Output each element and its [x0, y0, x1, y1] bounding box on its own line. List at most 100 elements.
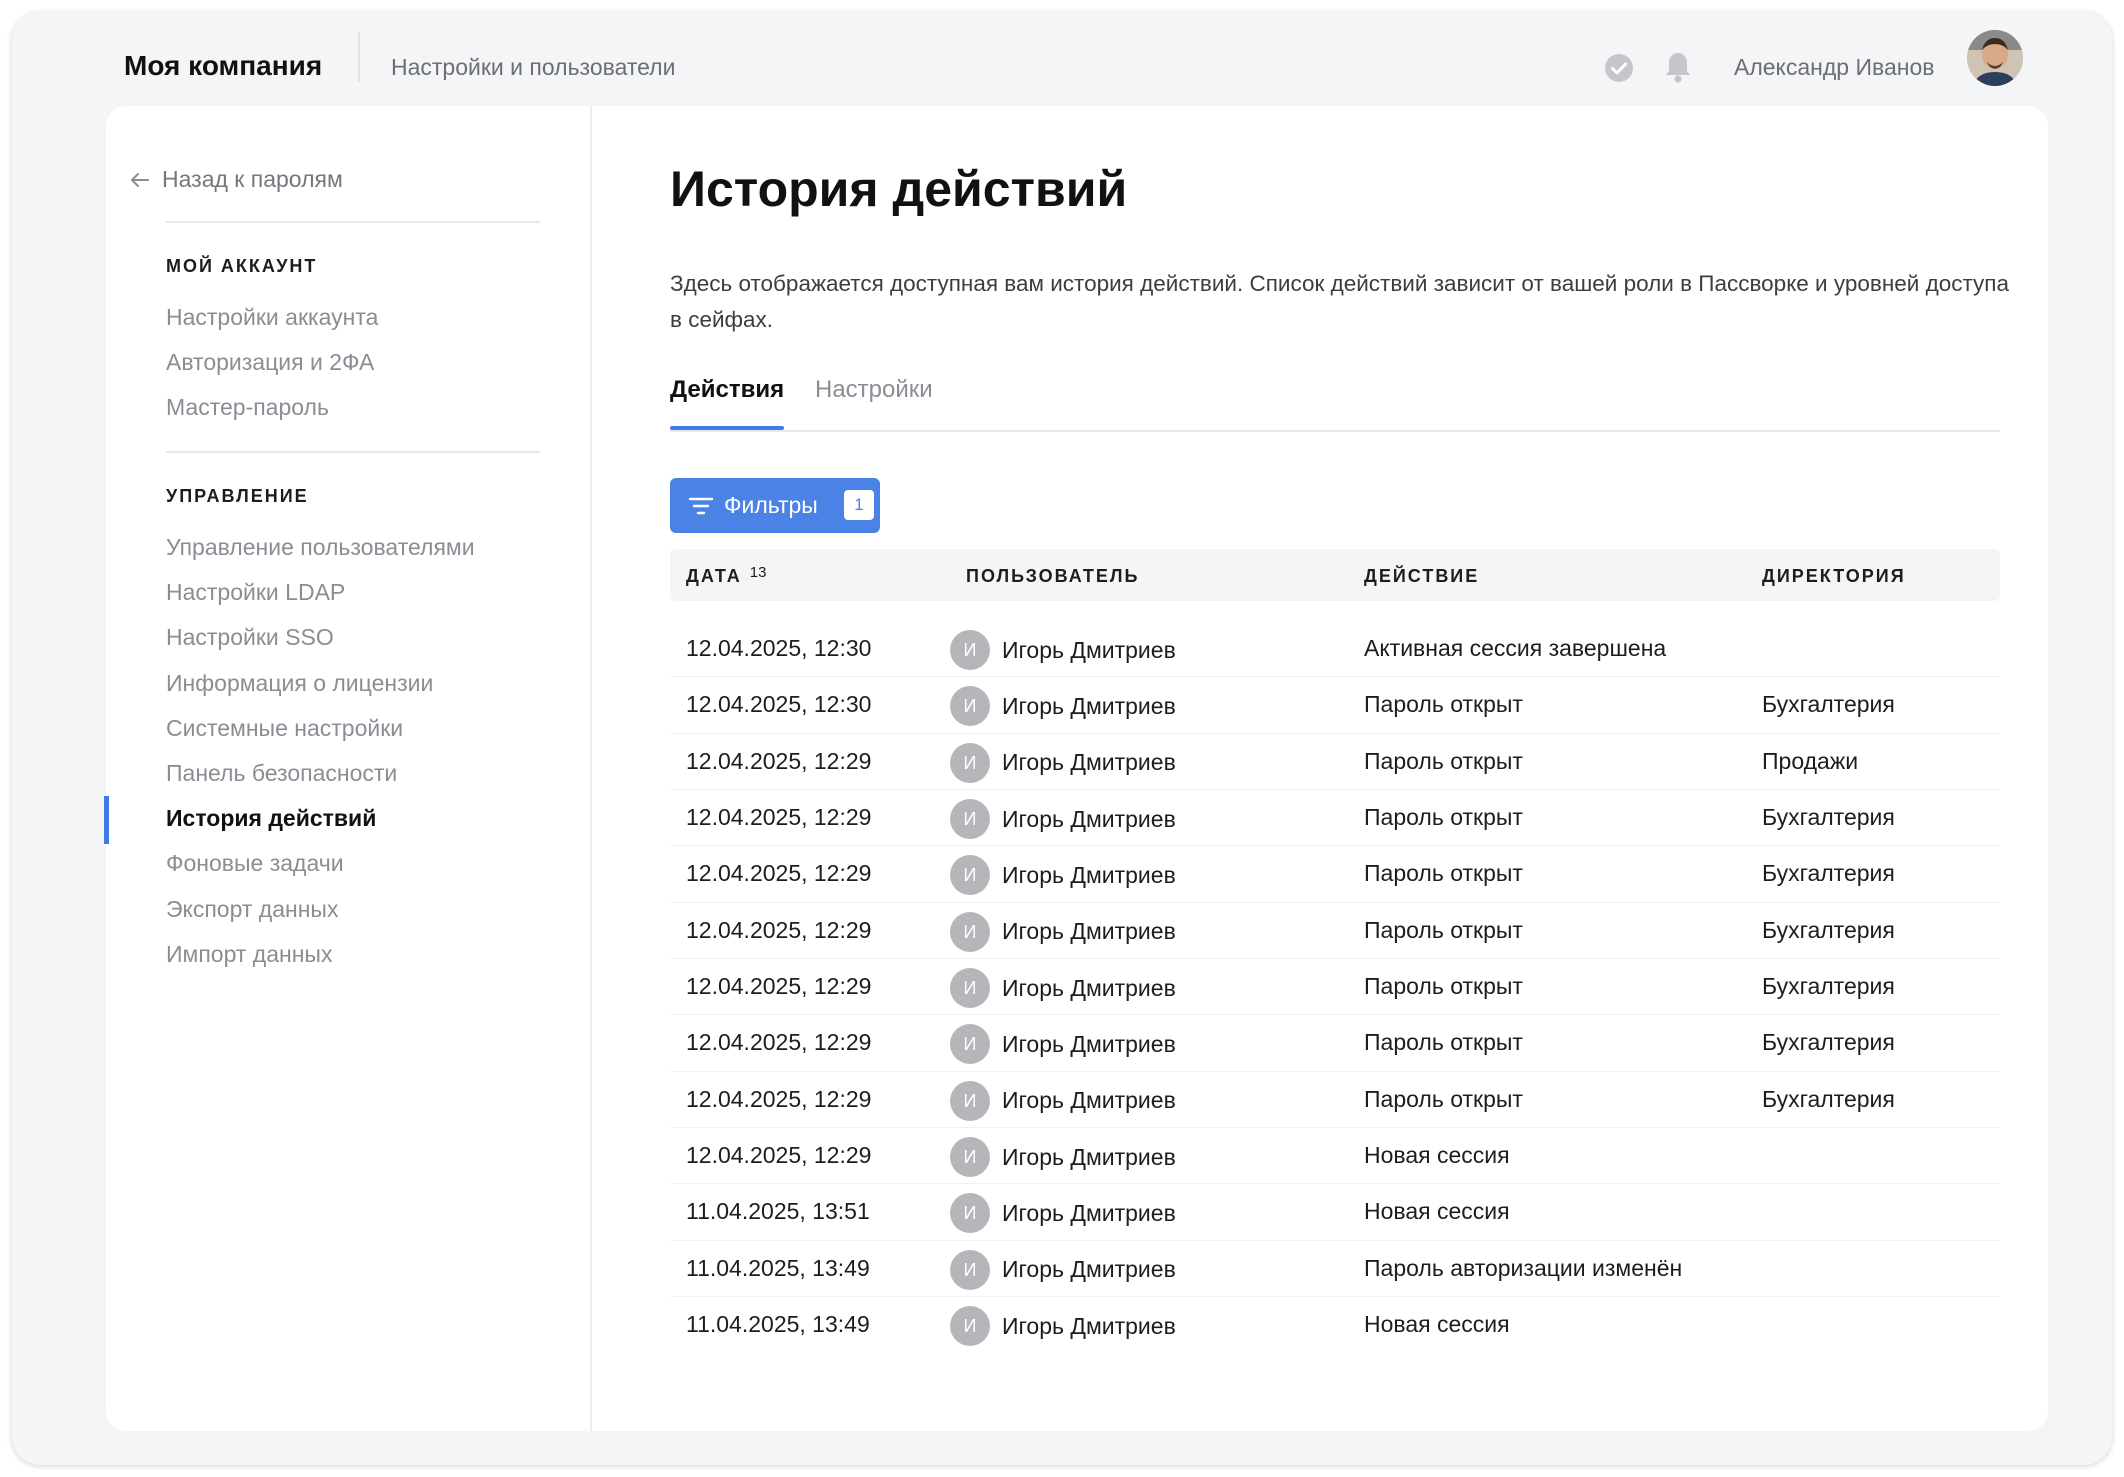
back-link-label: Назад к паролям [162, 166, 343, 192]
cell-date: 12.04.2025, 12:30 [686, 635, 872, 661]
group-title-my-account: МОЙ АККАУНТ [166, 256, 318, 276]
cell-user[interactable]: И Игорь Дмитриев [950, 799, 1176, 840]
activity-table: ДАТА 13 ПОЛЬЗОВАТЕЛЬ ДЕЙСТВИЕ ДИРЕКТОРИЯ … [670, 549, 2000, 1347]
back-to-passwords-link[interactable]: Назад к паролям [130, 166, 343, 193]
page-title: История действий [670, 161, 1128, 217]
filters-button[interactable]: Фильтры 1 [670, 478, 880, 533]
cell-date: 12.04.2025, 12:29 [686, 804, 872, 831]
user-name-text: Игорь Дмитриев [1002, 974, 1176, 1001]
user-initial-avatar: И [950, 799, 990, 840]
cell-directory: Бухгалтерия [1762, 973, 1895, 1000]
sidebar-item-sso-settings[interactable]: Настройки SSO [166, 615, 475, 660]
sidebar-item-account-settings[interactable]: Настройки аккаунта [166, 295, 378, 340]
sidebar-item-master-password[interactable]: Мастер-пароль [166, 385, 378, 430]
cell-date: 11.04.2025, 13:51 [686, 1198, 870, 1225]
table-row[interactable]: 12.04.2025, 12:29 И Игорь Дмитриев Пароль о… [670, 1072, 2000, 1129]
sidebar-item-background-tasks[interactable]: Фоновые задачи [166, 841, 475, 886]
management-list: Управление пользователями Настройки LDAP… [166, 525, 475, 977]
cell-user[interactable]: И Игорь Дмитриев [950, 742, 1176, 783]
cell-user[interactable]: И Игорь Дмитриев [950, 1249, 1176, 1290]
user-name-text: Игорь Дмитриев [1002, 1312, 1176, 1339]
cell-action: Пароль открыт [1364, 973, 1523, 1000]
app-window: Моя компания Настройки и пользователи Ал… [12, 12, 2112, 1465]
user-initial-avatar: И [950, 686, 990, 727]
table-row[interactable]: 12.04.2025, 12:29 И Игорь Дмитриев Пароль о… [670, 1015, 2000, 1072]
cell-user[interactable]: И Игорь Дмитриев [950, 686, 1176, 727]
column-header-action: ДЕЙСТВИЕ [1364, 566, 1480, 586]
user-name-text: Игорь Дмитриев [1002, 1143, 1176, 1170]
cell-directory: Бухгалтерия [1762, 1085, 1895, 1112]
cell-user[interactable]: И Игорь Дмитриев [950, 1193, 1176, 1234]
table-row[interactable]: 12.04.2025, 12:30 И Игорь Дмитриев Активная… [670, 621, 2000, 678]
cell-user[interactable]: И Игорь Дмитриев [950, 1080, 1176, 1121]
cell-action: Новая сессия [1364, 1142, 1510, 1169]
group-title-management: УПРАВЛЕНИЕ [166, 486, 309, 506]
sidebar-item-auth-2fa[interactable]: Авторизация и 2ФА [166, 340, 378, 385]
table-row[interactable]: 11.04.2025, 13:49 И Игорь Дмитриев Пароль а… [670, 1241, 2000, 1298]
cell-action: Пароль открыт [1364, 1085, 1523, 1112]
topbar-divider [358, 32, 360, 82]
cell-date: 12.04.2025, 12:29 [686, 1142, 872, 1169]
tab-settings[interactable]: Настройки [815, 376, 933, 404]
user-initial-avatar: И [950, 1080, 990, 1121]
cell-user[interactable]: И Игорь Дмитриев [950, 855, 1176, 896]
check-circle-icon[interactable] [1604, 53, 1634, 83]
bell-icon[interactable] [1662, 50, 1694, 84]
cell-directory: Бухгалтерия [1762, 1029, 1895, 1056]
cell-user[interactable]: И Игорь Дмитриев [950, 630, 1176, 670]
tab-actions[interactable]: Действия [670, 376, 784, 404]
sidebar-item-ldap-settings[interactable]: Настройки LDAP [166, 570, 475, 615]
sidebar-item-user-management[interactable]: Управление пользователями [166, 525, 475, 570]
user-initial-avatar: И [950, 1137, 990, 1178]
table-row[interactable]: 12.04.2025, 12:30 И Игорь Дмитриев Пароль о… [670, 677, 2000, 734]
sidebar-divider [166, 451, 540, 453]
cell-action: Активная сессия завершена [1364, 635, 1667, 661]
table-row[interactable]: 12.04.2025, 12:29 И Игорь Дмитриев Пароль о… [670, 734, 2000, 791]
sidebar-item-data-import[interactable]: Импорт данных [166, 932, 475, 977]
user-initial-avatar: И [950, 1024, 990, 1065]
cell-user[interactable]: И Игорь Дмитриев [950, 1137, 1176, 1178]
cell-directory: Продажи [1762, 747, 1859, 774]
user-avatar[interactable] [1967, 30, 2023, 86]
filters-label: Фильтры [724, 492, 818, 518]
cell-action: Пароль открыт [1364, 860, 1523, 887]
sidebar-divider [166, 221, 540, 223]
column-header-date[interactable]: ДАТА 13 [686, 564, 767, 587]
table-row[interactable]: 11.04.2025, 13:51 И Игорь Дмитриев Новая се… [670, 1184, 2000, 1241]
cell-action: Пароль открыт [1364, 1029, 1523, 1056]
cell-action: Пароль открыт [1364, 747, 1523, 774]
sidebar-item-system-settings[interactable]: Системные настройки [166, 706, 475, 751]
company-name[interactable]: Моя компания [124, 50, 322, 82]
tab-bar: Действия Настройки [670, 376, 2000, 432]
user-name-text: Игорь Дмитриев [1002, 1087, 1176, 1114]
active-item-indicator [104, 796, 109, 844]
table-body: 12.04.2025, 12:30 И Игорь Дмитриев Активная… [670, 621, 2000, 1353]
sidebar-item-license-info[interactable]: Информация о лицензии [166, 661, 475, 706]
user-name[interactable]: Александр Иванов [1734, 54, 1934, 81]
cell-user[interactable]: И Игорь Дмитриев [950, 1024, 1176, 1065]
sidebar-item-data-export[interactable]: Экспорт данных [166, 887, 475, 932]
table-row[interactable]: 12.04.2025, 12:29 И Игорь Дмитриев Новая се… [670, 1128, 2000, 1185]
sidebar-item-activity-history[interactable]: История действий [166, 796, 475, 841]
user-initial-avatar: И [950, 630, 990, 670]
table-row[interactable]: 12.04.2025, 12:29 И Игорь Дмитриев Пароль о… [670, 790, 2000, 847]
arrow-left-icon [131, 172, 149, 187]
table-row[interactable]: 12.04.2025, 12:29 И Игорь Дмитриев Пароль о… [670, 846, 2000, 903]
cell-user[interactable]: И Игорь Дмитриев [950, 911, 1176, 952]
sort-indicator: 13 [749, 564, 767, 581]
user-initial-avatar: И [950, 742, 990, 783]
sidebar-item-security-dashboard[interactable]: Панель безопасности [166, 751, 475, 796]
top-bar: Моя компания Настройки и пользователи Ал… [12, 12, 2112, 104]
avatar-photo [1967, 30, 2023, 86]
cell-user[interactable]: И Игорь Дмитриев [950, 1306, 1176, 1347]
user-name-text: Игорь Дмитриев [1002, 861, 1176, 888]
table-row[interactable]: 12.04.2025, 12:29 И Игорь Дмитриев Пароль о… [670, 903, 2000, 960]
section-title: Настройки и пользователи [391, 54, 676, 80]
user-name-text: Игорь Дмитриев [1002, 692, 1176, 719]
user-initial-avatar: И [950, 968, 990, 1009]
user-name-text: Игорь Дмитриев [1002, 1199, 1176, 1226]
user-name-text: Игорь Дмитриев [1002, 1030, 1176, 1057]
table-row[interactable]: 11.04.2025, 13:49 И Игорь Дмитриев Новая се… [670, 1297, 2000, 1353]
cell-user[interactable]: И Игорь Дмитриев [950, 968, 1176, 1009]
table-row[interactable]: 12.04.2025, 12:29 И Игорь Дмитриев Пароль о… [670, 959, 2000, 1016]
